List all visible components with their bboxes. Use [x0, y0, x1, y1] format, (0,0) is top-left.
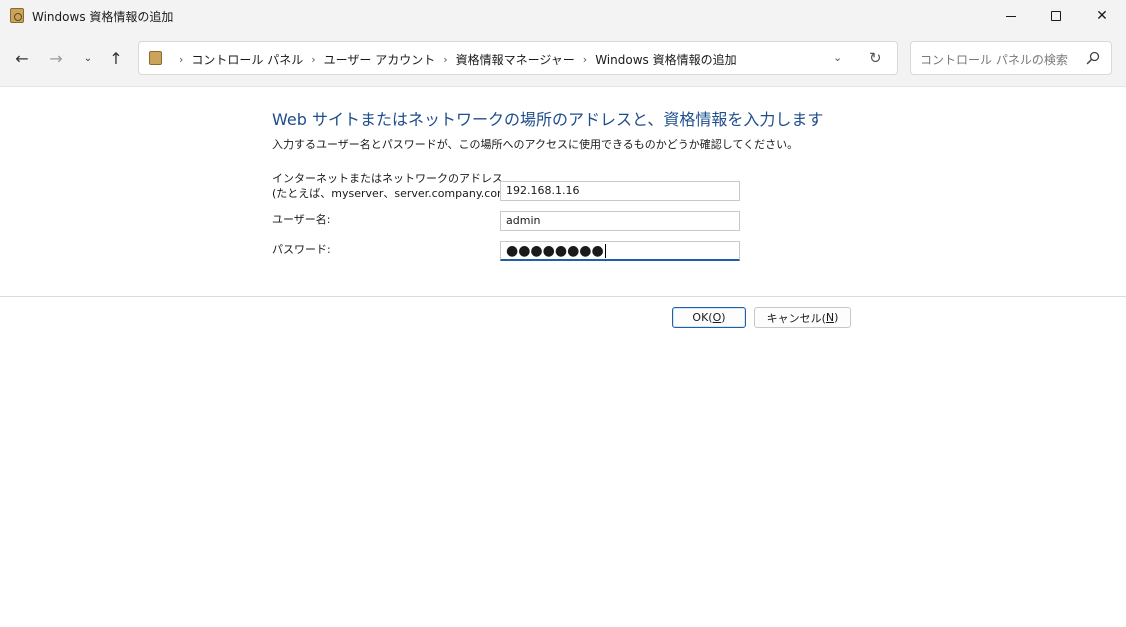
breadcrumb-separator[interactable]: › [311, 53, 315, 66]
navigation-bar: ← → ⌄ ↑ › コントロール パネル › ユーザー アカウント › 資格情報… [0, 32, 1126, 86]
title-bar: Windows 資格情報の追加 ✕ [0, 0, 1126, 32]
cancel-label-prefix: キャンセル( [766, 311, 826, 325]
address-label: インターネットまたはネットワークのアドレス (たとえば、myserver、ser… [272, 171, 516, 201]
address-label-line2: (たとえば、myserver、server.company.com): [272, 187, 516, 200]
ok-access-key: O [712, 311, 722, 324]
minimize-button[interactable] [988, 0, 1034, 32]
breadcrumb-user-accounts[interactable]: ユーザー アカウント [324, 51, 436, 68]
arrow-left-icon: ← [15, 48, 29, 68]
username-input[interactable]: admin [500, 211, 740, 231]
cancel-label-suffix: ) [834, 311, 839, 324]
maximize-icon [1051, 11, 1061, 21]
ok-label-prefix: OK( [692, 311, 713, 324]
refresh-button[interactable]: ↻ [869, 49, 882, 67]
ok-button[interactable]: OK(O) [672, 307, 746, 328]
breadcrumb-separator[interactable]: › [443, 53, 447, 66]
chevron-down-icon: ⌄ [83, 52, 93, 64]
breadcrumb-separator: › [179, 53, 184, 66]
cancel-access-key: N [825, 311, 835, 324]
breadcrumb-separator[interactable]: › [583, 53, 587, 66]
breadcrumb: › コントロール パネル › ユーザー アカウント › 資格情報マネージャー ›… [171, 51, 737, 68]
address-dropdown-button[interactable]: ⌄ [833, 51, 842, 64]
breadcrumb-control-panel[interactable]: コントロール パネル [191, 51, 303, 68]
form-separator [0, 296, 1126, 297]
search-input[interactable]: コントロール パネルの検索 [920, 51, 1068, 68]
arrow-right-icon: → [49, 48, 63, 68]
instruction-text: 入力するユーザー名とパスワードが、この場所へのアクセスに使用できるものかどうか確… [272, 138, 799, 151]
navigation-divider [0, 86, 1126, 87]
page-title: Web サイトまたはネットワークの場所のアドレスと、資格情報を入力します [272, 110, 824, 129]
username-label: ユーザー名: [272, 213, 331, 226]
breadcrumb-add-windows-credential[interactable]: Windows 資格情報の追加 [595, 51, 736, 68]
search-icon[interactable] [1085, 50, 1101, 66]
close-button[interactable]: ✕ [1079, 0, 1125, 32]
ok-label-suffix: ) [721, 311, 726, 324]
maximize-button[interactable] [1033, 0, 1079, 32]
arrow-up-icon: ↑ [109, 48, 123, 68]
network-address-input[interactable]: 192.168.1.16 [500, 181, 740, 201]
control-panel-icon [149, 51, 162, 65]
up-button[interactable]: ↑ [104, 46, 128, 70]
breadcrumb-credential-manager[interactable]: 資格情報マネージャー [456, 51, 575, 68]
address-bar[interactable]: › コントロール パネル › ユーザー アカウント › 資格情報マネージャー ›… [138, 41, 898, 75]
credential-manager-icon [10, 8, 24, 23]
back-button[interactable]: ← [10, 46, 34, 70]
forward-button[interactable]: → [44, 46, 68, 70]
search-box[interactable]: コントロール パネルの検索 [910, 41, 1112, 75]
password-input[interactable]: ●●●●●●●● [500, 241, 740, 261]
cancel-button[interactable]: キャンセル(N) [754, 307, 851, 328]
window-title: Windows 資格情報の追加 [32, 10, 174, 24]
password-mask: ●●●●●●●● [506, 243, 604, 259]
address-label-line1: インターネットまたはネットワークのアドレス [272, 172, 503, 185]
password-label: パスワード: [272, 243, 331, 256]
text-cursor [604, 244, 606, 258]
minimize-icon [1006, 15, 1016, 17]
recent-locations-button[interactable]: ⌄ [76, 46, 100, 70]
close-icon: ✕ [1096, 8, 1108, 24]
